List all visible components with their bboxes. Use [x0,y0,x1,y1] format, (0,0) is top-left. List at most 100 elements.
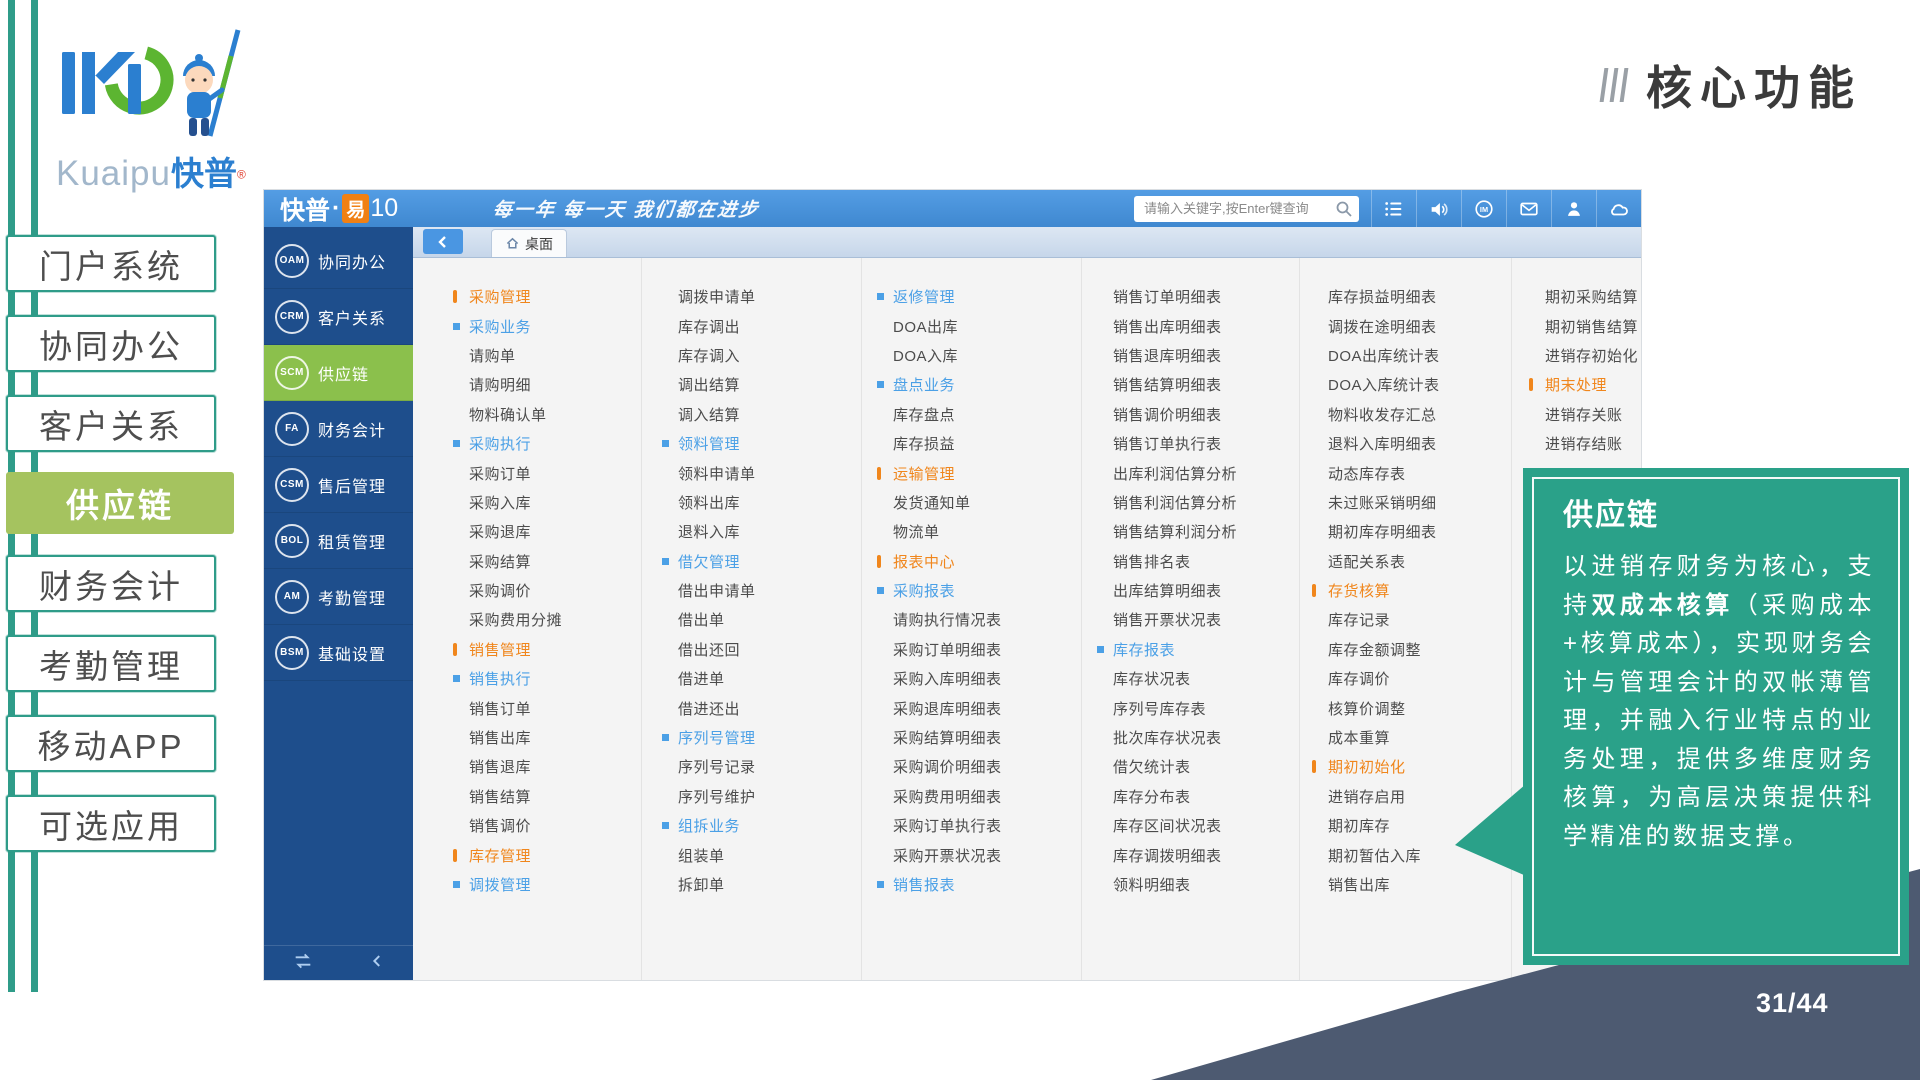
app-nav-item-am[interactable]: AM考勤管理 [264,569,413,625]
menu-item[interactable]: 序列号库存表 [1097,693,1299,722]
menu-item[interactable]: 库存调拨明细表 [1097,840,1299,869]
menu-item[interactable]: 领料申请单 [662,458,861,487]
menu-item[interactable]: 采购报表 [877,576,1081,605]
menu-item[interactable]: 领料出库 [662,488,861,517]
menu-item[interactable]: 销售退库 [453,752,641,781]
slide-menu-item-6[interactable]: 移动APP [6,715,216,772]
menu-item[interactable]: 运输管理 [877,458,1081,487]
tab-desktop[interactable]: 桌面 [491,229,567,257]
menu-item[interactable]: 库存分布表 [1097,782,1299,811]
menu-item[interactable]: 领料管理 [662,429,861,458]
menu-item[interactable]: 库存盘点 [877,400,1081,429]
menu-item[interactable]: 调入结算 [662,400,861,429]
menu-item[interactable]: 退料入库 [662,517,861,546]
menu-item[interactable]: 采购入库 [453,488,641,517]
menu-item[interactable]: 调拨申请单 [662,282,861,311]
menu-item[interactable]: 序列号管理 [662,723,861,752]
back-button[interactable] [423,229,463,254]
menu-item[interactable]: 期初销售结算 [1529,311,1641,340]
menu-item[interactable]: 库存调价 [1312,664,1511,693]
im-icon[interactable]: IM [1461,190,1506,227]
menu-item[interactable]: 销售调价 [453,811,641,840]
menu-item[interactable]: 销售调价明细表 [1097,400,1299,429]
menu-item[interactable]: 返修管理 [877,282,1081,311]
menu-item[interactable]: 请购单 [453,341,641,370]
menu-item[interactable]: 进销存关账 [1529,400,1641,429]
menu-item[interactable]: 销售执行 [453,664,641,693]
menu-item[interactable]: 调出结算 [662,370,861,399]
menu-item[interactable]: 调拨在途明细表 [1312,311,1511,340]
search-input[interactable] [1142,200,1336,217]
menu-item[interactable]: DOA出库统计表 [1312,341,1511,370]
menu-item[interactable]: 期初库存明细表 [1312,517,1511,546]
menu-item[interactable]: 进销存结账 [1529,429,1641,458]
menu-item[interactable]: 序列号维护 [662,782,861,811]
menu-item[interactable]: 借欠管理 [662,547,861,576]
menu-item[interactable]: 拆卸单 [662,870,861,899]
menu-item[interactable]: 采购调价 [453,576,641,605]
menu-item[interactable]: 借进还出 [662,693,861,722]
menu-item[interactable]: 借出还回 [662,635,861,664]
menu-item[interactable]: 销售结算利润分析 [1097,517,1299,546]
menu-item[interactable]: 核算价调整 [1312,693,1511,722]
menu-item[interactable]: 调拨管理 [453,870,641,899]
slide-menu-item-4[interactable]: 财务会计 [6,555,216,612]
swap-icon[interactable] [292,950,314,977]
slide-menu-item-3[interactable]: 供应链 [6,472,234,534]
menu-item[interactable]: 存货核算 [1312,576,1511,605]
menu-item[interactable]: 物流单 [877,517,1081,546]
app-nav-item-oam[interactable]: OAM协同办公 [264,233,413,289]
menu-item[interactable]: 期初采购结算 [1529,282,1641,311]
menu-item[interactable]: 借欠统计表 [1097,752,1299,781]
menu-item[interactable]: 采购费用明细表 [877,782,1081,811]
menu-item[interactable]: 销售退库明细表 [1097,341,1299,370]
menu-item[interactable]: 采购管理 [453,282,641,311]
menu-item[interactable]: 销售排名表 [1097,547,1299,576]
menu-item[interactable]: 采购订单执行表 [877,811,1081,840]
menu-item[interactable]: 销售结算明细表 [1097,370,1299,399]
menu-item[interactable]: 请购执行情况表 [877,605,1081,634]
cloud-icon[interactable] [1596,190,1641,227]
menu-item[interactable]: 采购调价明细表 [877,752,1081,781]
menu-item[interactable]: 采购开票状况表 [877,840,1081,869]
menu-item[interactable]: 库存金额调整 [1312,635,1511,664]
menu-item[interactable]: 组拆业务 [662,811,861,840]
menu-item[interactable]: 退料入库明细表 [1312,429,1511,458]
menu-item[interactable]: 销售订单执行表 [1097,429,1299,458]
menu-item[interactable]: 适配关系表 [1312,547,1511,576]
menu-item[interactable]: 销售订单 [453,693,641,722]
menu-item[interactable]: 库存区间状况表 [1097,811,1299,840]
collapse-icon[interactable] [369,953,385,974]
menu-item[interactable]: 物料确认单 [453,400,641,429]
menu-item[interactable]: 销售利润估算分析 [1097,488,1299,517]
slide-menu-item-2[interactable]: 客户关系 [6,395,216,452]
menu-item[interactable]: 库存调出 [662,311,861,340]
menu-item[interactable]: 借出单 [662,605,861,634]
menu-item[interactable]: 期末处理 [1529,370,1641,399]
menu-item[interactable]: 领料明细表 [1097,870,1299,899]
menu-item[interactable]: 库存管理 [453,840,641,869]
app-nav-item-bsm[interactable]: BSM基础设置 [264,625,413,681]
list-icon[interactable] [1371,190,1416,227]
search-icon[interactable] [1335,200,1353,218]
menu-item[interactable]: 序列号记录 [662,752,861,781]
menu-item[interactable]: 请购明细 [453,370,641,399]
menu-item[interactable]: 库存调入 [662,341,861,370]
app-nav-item-bol[interactable]: BOL租赁管理 [264,513,413,569]
menu-item[interactable]: 采购退库 [453,517,641,546]
menu-item[interactable]: 库存报表 [1097,635,1299,664]
app-nav-item-fa[interactable]: FA财务会计 [264,401,413,457]
menu-item[interactable]: 销售开票状况表 [1097,605,1299,634]
menu-item[interactable]: 采购订单明细表 [877,635,1081,664]
menu-item[interactable]: 采购退库明细表 [877,693,1081,722]
slide-menu-item-7[interactable]: 可选应用 [6,795,216,852]
user-icon[interactable] [1551,190,1596,227]
slide-menu-item-5[interactable]: 考勤管理 [6,635,216,692]
app-nav-item-csm[interactable]: CSM售后管理 [264,457,413,513]
menu-item[interactable]: DOA出库 [877,311,1081,340]
menu-item[interactable]: 物料收发存汇总 [1312,400,1511,429]
menu-item[interactable]: 库存损益 [877,429,1081,458]
app-nav-item-scm[interactable]: SCM供应链 [264,345,413,401]
menu-item[interactable]: 采购执行 [453,429,641,458]
menu-item[interactable]: 销售出库 [453,723,641,752]
